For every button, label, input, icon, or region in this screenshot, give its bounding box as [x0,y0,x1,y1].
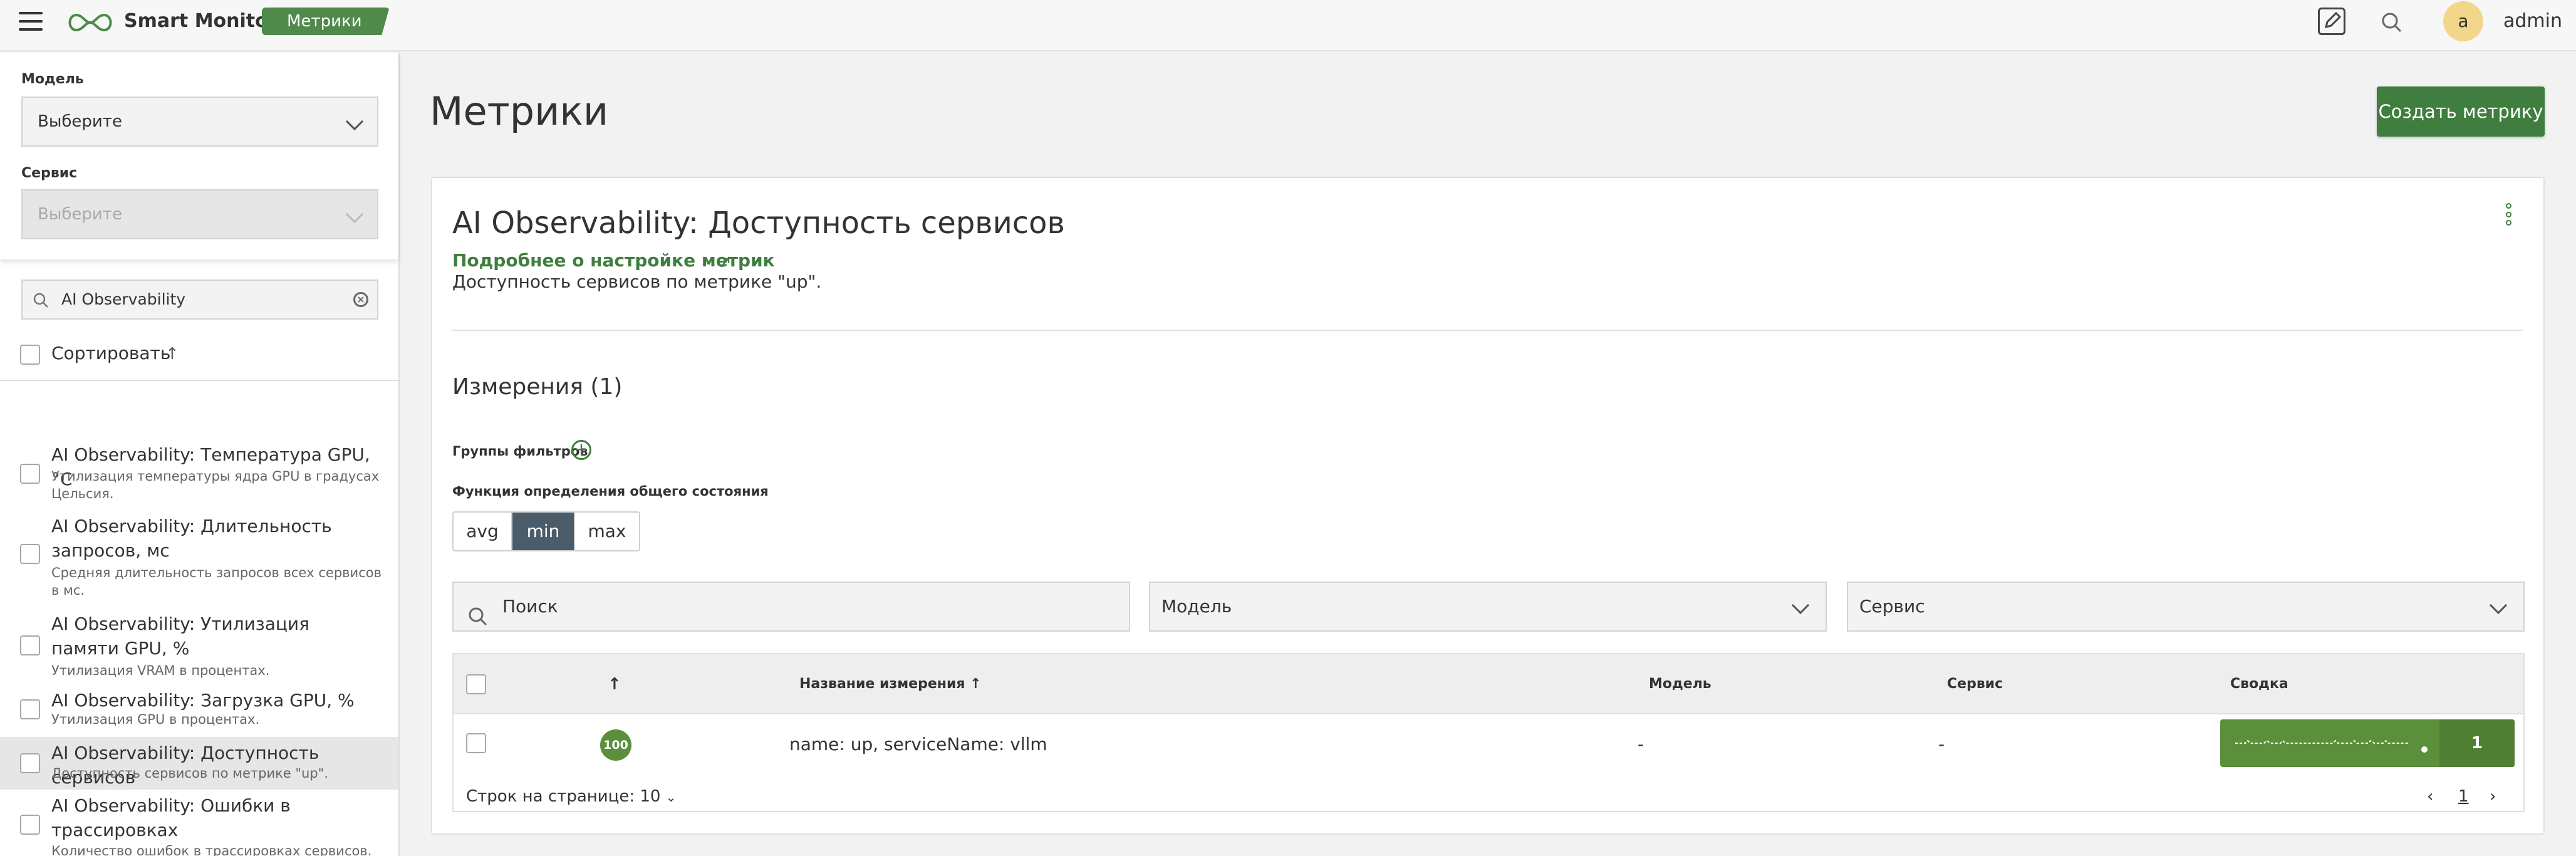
metric-list-item[interactable]: AI Observability: Утилизация памяти GPU,… [0,612,398,684]
divider [0,380,398,381]
model-label: Модель [21,71,84,87]
function-avg[interactable]: avg [454,513,512,550]
external-link-icon[interactable]: ↗ [718,253,732,272]
search-icon[interactable] [2381,11,2403,36]
column-header-service[interactable]: Сервис [1947,654,2003,714]
metric-description: Доступность сервисов по метрике "up". [452,271,822,292]
sort-checkbox[interactable] [20,345,40,365]
section-badge[interactable]: Метрики [262,8,390,35]
service-select-value: Выберите [38,205,122,224]
column-header-model[interactable]: Модель [1649,654,1711,714]
dimension-model: - [1638,734,1644,754]
dimensions-table: ↑ Название измерения ↑ Модель Сервис Сво… [452,653,2525,812]
item-checkbox[interactable] [20,635,40,655]
metric-item-title: AI Observability: Ошибки в трассировках [51,795,291,840]
function-min[interactable]: min [512,513,575,550]
search-icon [33,292,49,311]
item-checkbox[interactable] [20,699,40,719]
item-checkbox[interactable] [20,464,40,484]
sidebar-search-value: AI Observability [61,290,186,308]
service-label: Сервис [21,165,78,181]
model-select[interactable]: Выберите [21,97,378,147]
menu-icon[interactable] [19,12,43,31]
add-filter-group-icon[interactable]: + [571,440,591,460]
clear-icon[interactable]: × [353,292,368,307]
dimensions-title: Измерения (1) [452,374,623,400]
avatar[interactable]: a [2443,1,2483,41]
edit-icon[interactable] [2318,8,2345,35]
chevron-down-icon [345,112,364,131]
search-placeholder: Поиск [502,596,558,617]
sort-arrow-icon[interactable]: ↑ [608,654,621,714]
metric-list-item-active[interactable]: AI Observability: Доступность сервисов Д… [0,737,398,790]
sidebar-search-input[interactable]: AI Observability × [21,279,378,320]
logo-icon [64,10,117,38]
metric-item-title: AI Observability: Загрузка GPU, % [51,690,355,711]
column-header-summary: Сводка [2230,676,2288,692]
page-number[interactable]: 1 [2458,786,2469,807]
function-label: Функция определения общего состояния [452,484,769,499]
chevron-down-icon: ⌄ [665,790,677,805]
function-max[interactable]: max [575,513,639,550]
chevron-down-icon [345,205,364,224]
status-score-badge: 100 [600,729,631,761]
table-header: ↑ Название измерения ↑ Модель Сервис Сво… [454,654,2523,714]
summary-sparkline[interactable]: 1 [2220,719,2515,767]
metric-list-item[interactable]: AI Observability: Длительность запросов,… [0,514,398,608]
page-title: Метрики [430,88,609,134]
row-checkbox[interactable] [466,733,486,753]
model-select-value: Выберите [38,112,122,131]
metric-list-item[interactable]: AI Observability: Температура GPU, °C Ут… [0,391,398,501]
service-filter-select[interactable]: Сервис [1847,582,2525,632]
summary-count: 1 [2439,719,2515,767]
model-filter-value: Модель [1161,596,1232,617]
function-segmented-control: avg min max [452,511,640,551]
sort-label: Сортировать [51,343,171,363]
column-header-name[interactable]: Название измерения ↑ [799,654,982,714]
service-select[interactable]: Выберите [21,189,378,239]
metric-item-desc: Доступность сервисов по метрике "up". [51,766,329,781]
item-checkbox[interactable] [20,815,40,835]
metric-item-desc: Количество ошибок в трассировках сервисо… [51,843,372,856]
sparkline-chart [2235,739,2428,753]
arrow-up-icon[interactable]: ↑ [165,345,179,363]
sidebar-filter-panel: Модель Выберите Сервис Выберите [0,53,398,259]
more-options-icon[interactable] [2505,203,2512,226]
chevron-down-icon [2489,596,2508,615]
filter-groups-label: Группы фильтров [452,444,588,459]
search-icon [467,598,489,645]
prev-page-icon[interactable]: ‹ [2427,786,2433,807]
dimension-name[interactable]: name: up, serviceName: vllm [789,732,1047,757]
rows-per-page-select[interactable]: Строк на странице: 10 ⌄ [466,786,676,808]
select-all-checkbox[interactable] [466,674,486,694]
top-bar: Smart Monitor Метрики a admin [0,0,2576,51]
model-filter-select[interactable]: Модель [1149,582,1827,632]
username[interactable]: admin [2503,9,2562,34]
sidebar: Модель Выберите Сервис Выберите AI Obser… [0,53,400,856]
metric-list-item[interactable]: AI Observability: Загрузка GPU, % Утилиз… [0,687,398,733]
service-filter-value: Сервис [1859,596,1925,617]
dimension-search-input[interactable]: Поиск [452,582,1130,632]
metric-title: AI Observability: Доступность сервисов [452,206,1065,241]
dimension-service: - [1938,734,1945,754]
divider [452,330,2523,331]
create-metric-button[interactable]: Создать метрику [2377,86,2545,137]
metric-item-title: AI Observability: Длительность запросов,… [51,516,332,561]
item-checkbox[interactable] [20,544,40,564]
metric-item-desc: Средняя длительность запросов всех серви… [51,565,382,598]
metric-item-desc: Утилизация VRAM в процентах. [51,663,270,678]
metric-item-title: AI Observability: Утилизация памяти GPU,… [51,613,309,659]
next-page-icon[interactable]: › [2490,786,2496,807]
metric-item-desc: Утилизация GPU в процентах. [51,712,260,727]
item-checkbox[interactable] [20,753,40,773]
metric-list-item[interactable]: AI Observability: Ошибки в трассировках … [0,792,398,856]
metric-item-desc: Утилизация температуры ядра GPU в градус… [51,469,380,501]
chevron-down-icon [1791,596,1810,615]
app-name: Smart Monitor [124,10,278,32]
